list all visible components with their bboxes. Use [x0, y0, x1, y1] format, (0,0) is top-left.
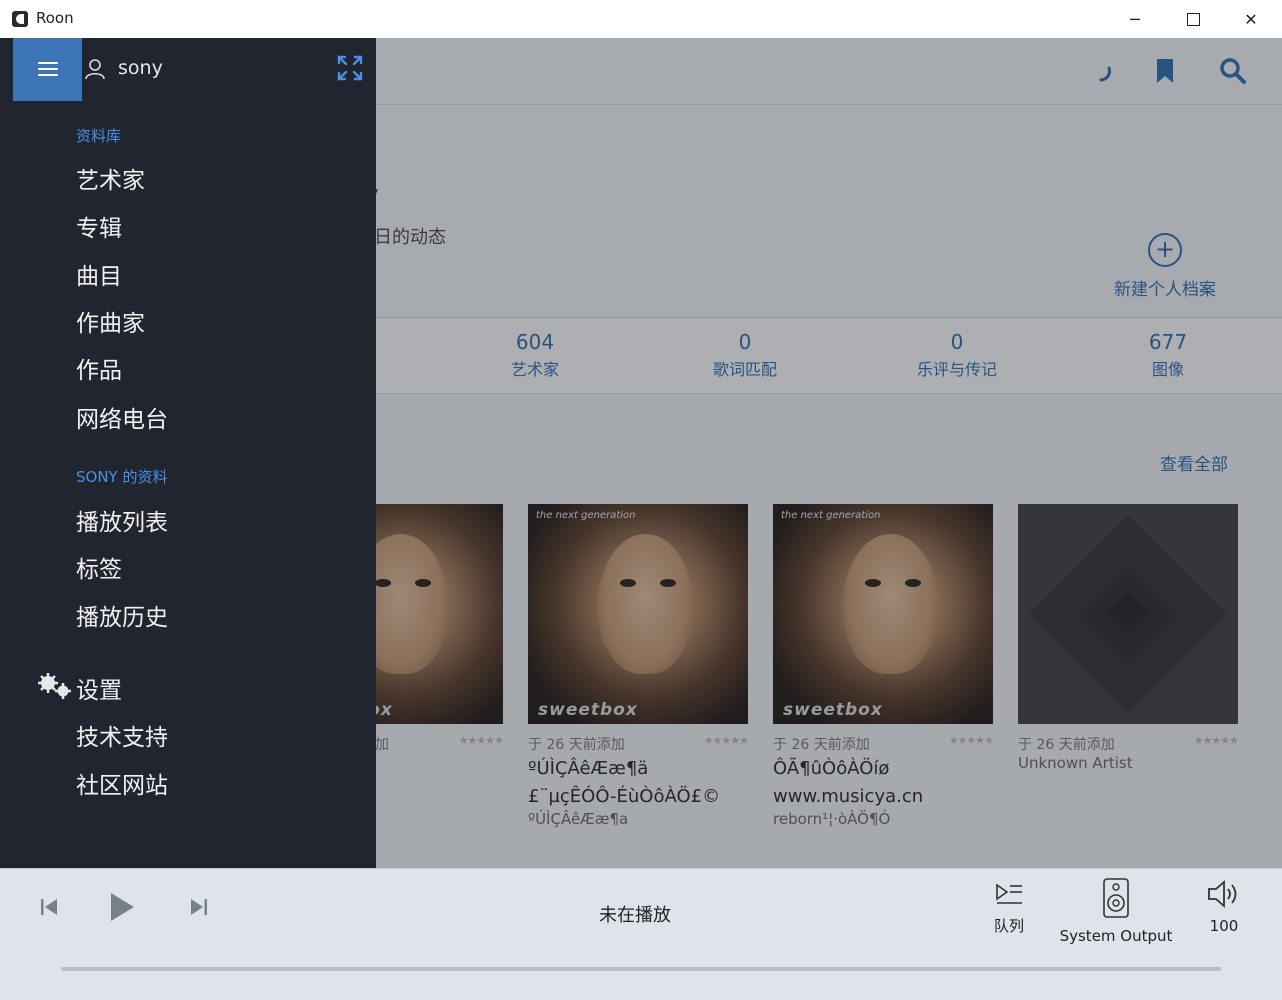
sidebar-item-support[interactable]: 技术支持 [76, 718, 168, 752]
volume-value: 100 [1209, 917, 1239, 935]
expand-icon[interactable] [336, 54, 364, 82]
output-button[interactable]: System Output [1056, 877, 1176, 945]
now-playing-status: 未在播放 [599, 905, 671, 926]
roon-app-icon [12, 11, 28, 27]
play-icon[interactable] [106, 890, 138, 924]
window-title: Roon [36, 9, 74, 27]
content-dim-overlay[interactable] [376, 38, 1282, 868]
speaker-icon [1103, 878, 1129, 918]
sidebar-item-composers[interactable]: 作曲家 [76, 304, 145, 338]
sidebar-item-compositions[interactable]: 作品 [76, 351, 122, 385]
queue-label: 队列 [993, 917, 1024, 935]
profile-section-label: SONY 的资料 [76, 468, 168, 486]
sidebar-item-radio[interactable]: 网络电台 [76, 400, 168, 434]
maximize-button[interactable] [1164, 0, 1222, 38]
sidebar-item-artists[interactable]: 艺术家 [76, 161, 145, 195]
queue-button[interactable]: 队列 [979, 879, 1039, 936]
next-track-icon[interactable] [188, 896, 210, 918]
volume-button[interactable]: 100 [1196, 879, 1252, 935]
profile-username[interactable]: sony [118, 57, 163, 79]
output-label: System Output [1059, 927, 1173, 945]
sidebar-item-playlists[interactable]: 播放列表 [76, 503, 168, 537]
minimize-button[interactable]: ─ [1106, 0, 1164, 38]
sidebar-item-history[interactable]: 播放历史 [76, 598, 168, 632]
user-icon [85, 59, 105, 80]
sidebar-item-tracks[interactable]: 曲目 [76, 257, 122, 291]
previous-track-icon[interactable] [38, 896, 60, 918]
queue-icon [996, 883, 1022, 904]
library-section-label: 资料库 [76, 127, 122, 145]
close-button[interactable]: ✕ [1222, 0, 1280, 38]
sidebar-item-community[interactable]: 社区网站 [76, 766, 168, 800]
maximize-icon [1186, 12, 1200, 26]
player-bar: 未在播放 队列 System Output 100 [0, 868, 1282, 1000]
sidebar-item-tags[interactable]: 标签 [76, 550, 122, 584]
sidebar: sony 资料库 艺术家 专辑 曲目 作曲家 作品 网络电台 SONY 的资料 … [0, 38, 376, 868]
gear-icon [38, 673, 71, 699]
sidebar-item-albums[interactable]: 专辑 [76, 209, 122, 243]
volume-icon [1208, 880, 1237, 908]
app-main: ony 科库今日的动态 + 新建个人档案 604 艺术家 0 歌词匹配 0 乐评… [0, 38, 1282, 868]
menu-button[interactable] [13, 38, 82, 101]
sidebar-item-settings[interactable]: 设置 [76, 671, 122, 705]
window-titlebar: Roon ─ ✕ [0, 0, 1282, 39]
seek-bar[interactable] [61, 967, 1221, 971]
